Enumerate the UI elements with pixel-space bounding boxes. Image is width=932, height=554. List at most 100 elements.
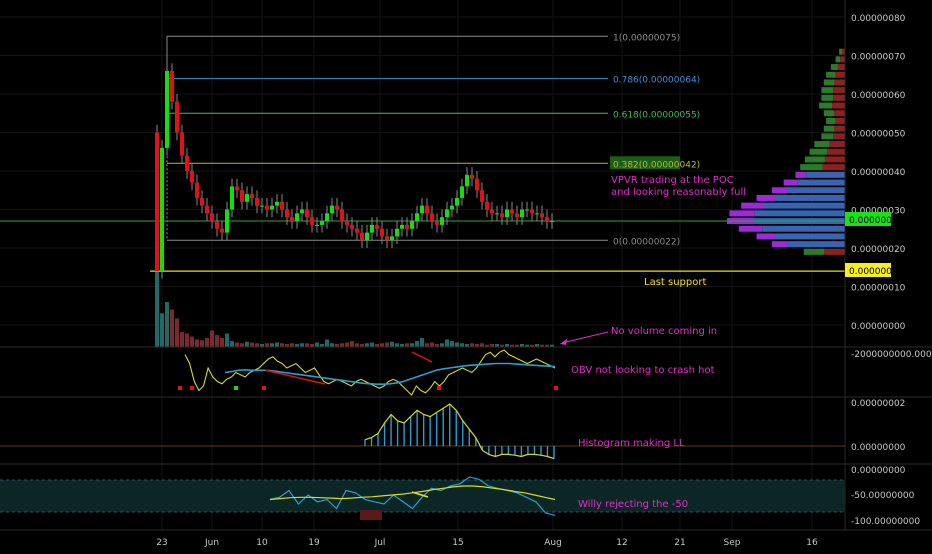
time-tick-label: Aug (544, 538, 562, 548)
volume-bar (175, 318, 179, 347)
candle-body (520, 209, 524, 218)
candle-body (260, 205, 264, 207)
volume-bar (410, 343, 414, 347)
volume-bar (165, 302, 169, 347)
candle-body (365, 232, 369, 241)
candle-body (455, 197, 459, 206)
candle-body (315, 224, 319, 226)
candle-body (240, 190, 244, 202)
volume-bar (305, 343, 309, 347)
candle-body (420, 205, 424, 214)
vpvr-bar (833, 87, 845, 94)
candle-body (360, 232, 364, 241)
vpvr-bar (840, 56, 845, 63)
vpvr-bar (832, 102, 845, 109)
volume-bar (185, 333, 189, 347)
candle-body (200, 197, 204, 206)
fib-level-label: 0(0.00000022) (613, 237, 680, 247)
willy-note: Willy rejecting the -50 (578, 499, 688, 510)
willy-axis-label: -50.00000000 (851, 491, 915, 501)
vpvr-bar (803, 248, 825, 255)
volume-bar (155, 272, 159, 347)
time-tick-label: Sep (724, 538, 741, 548)
time-tick-label: Jun (204, 538, 219, 548)
volume-bar (355, 343, 359, 347)
candle-body (550, 221, 554, 223)
vpvr-bar (824, 248, 845, 255)
candle-body (270, 205, 274, 210)
candle-body (220, 228, 224, 233)
vpvr-bar (741, 202, 765, 209)
last-support-note: Last support (644, 277, 706, 288)
vpvr-note-line1: VPVR trading at the POC (611, 175, 734, 186)
candle-body (540, 213, 544, 218)
vpvr-bar (839, 48, 843, 55)
histogram-note: Histogram making LL (578, 438, 685, 449)
candle-body (375, 224, 379, 229)
volume-bar (255, 343, 259, 347)
volume-bar (250, 342, 254, 347)
candle-body (385, 236, 389, 241)
candle-body (400, 224, 404, 229)
last-price-tag-text: 0.00000027 (849, 216, 903, 226)
candle-body (230, 186, 234, 210)
volume-bar (225, 333, 229, 347)
candle-body (505, 209, 509, 218)
candle-body (450, 205, 454, 210)
volume-bar (330, 343, 334, 347)
time-tick-label: 15 (452, 538, 463, 548)
vpvr-bar (783, 179, 798, 186)
volume-bar (315, 342, 319, 347)
candle-body (195, 182, 199, 198)
volume-bar (300, 343, 304, 347)
vpvr-bar (806, 171, 845, 178)
chart-canvas[interactable]: 1(0.00000075) 0.786(0.00000064) 0.618(0.00… (0, 0, 932, 550)
candle-body (510, 209, 514, 214)
vpvr-bar (826, 117, 836, 124)
volume-bar (390, 341, 394, 347)
time-tick-label: 10 (256, 538, 268, 548)
vpvr-bar (826, 71, 836, 78)
vpvr-bar (821, 94, 834, 101)
fib-level-label: 0.786(0.00000064) (613, 76, 700, 86)
trading-chart[interactable]: 1(0.00000075) 0.786(0.00000064) 0.618(0.00… (0, 0, 932, 550)
candle-body (185, 155, 189, 171)
price-tick-label: 0.00000000 (851, 322, 906, 332)
volume-bar (180, 332, 184, 347)
candle-body (535, 213, 539, 215)
vpvr-bar (756, 194, 776, 201)
candle-body (350, 224, 354, 229)
obv-signal-marker (190, 386, 194, 390)
candle-body (395, 228, 399, 237)
candle-body (480, 190, 484, 202)
vpvr-bar (823, 79, 835, 86)
candle-body (440, 217, 444, 225)
candle-body (160, 147, 164, 272)
candle-body (390, 236, 394, 241)
candle-body (435, 221, 439, 225)
candle-body (515, 213, 519, 218)
vpvr-bar (756, 233, 776, 240)
volume-bar (470, 343, 474, 347)
vpvr-bar (787, 241, 845, 248)
volume-bar (205, 338, 209, 347)
price-axis[interactable]: 0.00000080 0.00000070 0.00000060 0.00000050… (851, 14, 906, 332)
volume-bar (425, 343, 429, 347)
candle-body (210, 213, 214, 222)
time-tick-label: 23 (156, 538, 167, 548)
volume-bar (440, 343, 444, 347)
volume-bar (210, 330, 214, 347)
candle-body (460, 186, 464, 198)
vpvr-bar (834, 110, 845, 117)
vpvr-bar (775, 194, 845, 201)
obv-signal-marker (178, 386, 182, 390)
vpvr-bar (795, 171, 807, 178)
candle-body (295, 213, 299, 222)
fib-level-label: 0.618(0.00000055) (613, 110, 700, 120)
vpvr-bar (738, 225, 763, 232)
volume-bar (160, 313, 164, 347)
vpvr-bar (775, 233, 845, 240)
candle-body (415, 213, 419, 222)
time-tick-label: Jul (374, 538, 386, 548)
vpvr-bar (764, 202, 845, 209)
